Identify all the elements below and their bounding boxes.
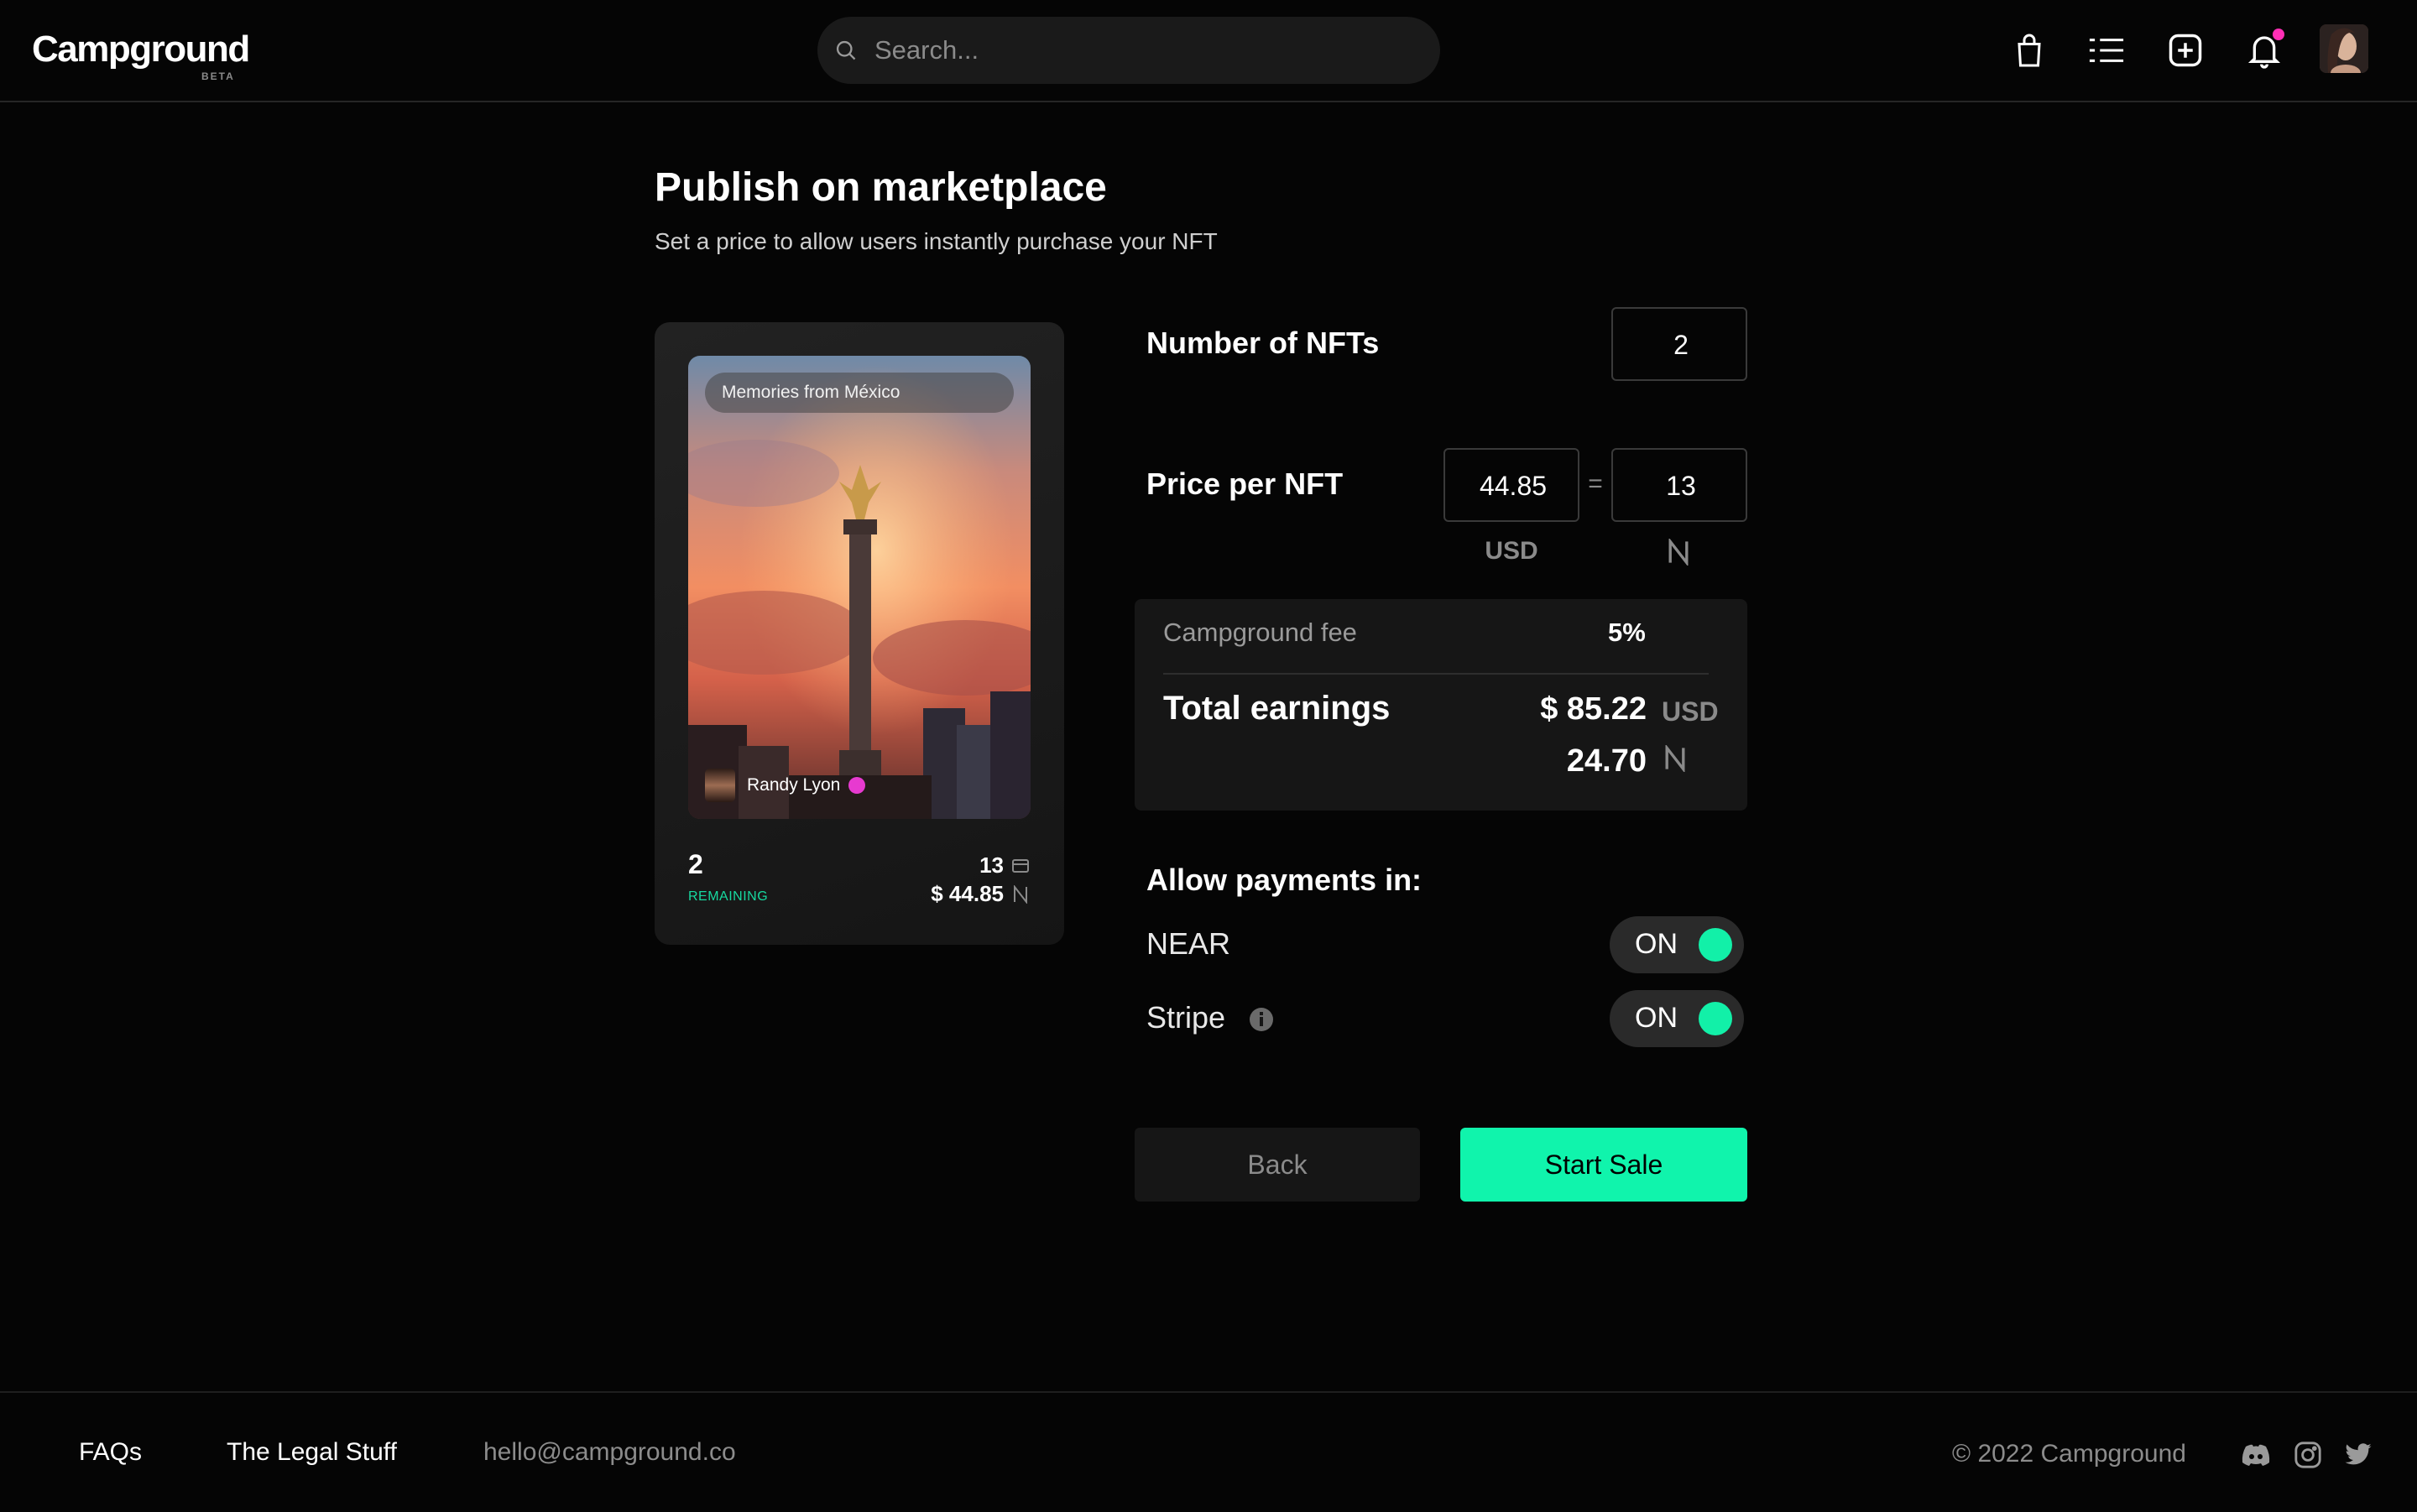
total-earnings-usd: $ 85.22	[1540, 691, 1647, 727]
toggle-state: ON	[1635, 928, 1678, 960]
footer: FAQs The Legal Stuff hello@campground.co…	[0, 1391, 2417, 1512]
add-icon[interactable]	[2160, 25, 2211, 76]
near-toggle[interactable]: ON	[1610, 916, 1744, 973]
editions-count: 13	[979, 852, 1004, 878]
nft-image: Memories from México Randy Lyon	[688, 356, 1031, 819]
divider	[1163, 673, 1709, 675]
notification-dot	[2273, 29, 2284, 40]
avatar[interactable]	[2320, 24, 2368, 73]
instagram-icon[interactable]	[2291, 1438, 2325, 1472]
toggle-state: ON	[1635, 1002, 1678, 1034]
fee-label: Campground fee	[1163, 618, 1357, 647]
logo[interactable]: Campground	[32, 29, 250, 70]
nft-preview-card[interactable]: Memories from México Randy Lyon 2 REMAIN…	[655, 322, 1064, 945]
page-title: Publish on marketplace	[655, 165, 1107, 210]
back-button[interactable]: Back	[1135, 1128, 1420, 1202]
nft-count-field[interactable]	[1611, 307, 1749, 381]
nft-count-label: Number of NFTs	[1146, 326, 1380, 360]
price-near-field[interactable]	[1611, 448, 1749, 522]
price-near-input[interactable]	[1613, 450, 1749, 522]
earnings-summary: Campground fee 5% Total earnings $ 85.22…	[1135, 599, 1747, 811]
usd-unit-label: USD	[1485, 537, 1538, 565]
stripe-payment-label: Stripe	[1146, 1000, 1226, 1035]
card-icon	[1010, 856, 1031, 876]
discord-icon[interactable]	[2239, 1438, 2273, 1472]
toggle-knob	[1699, 928, 1732, 962]
remaining-count: 2	[688, 849, 703, 879]
nft-author[interactable]: Randy Lyon	[705, 769, 866, 802]
start-sale-button[interactable]: Start Sale	[1460, 1128, 1747, 1202]
card-price: $ 44.85	[931, 881, 1004, 906]
price-usd-field[interactable]	[1443, 448, 1581, 522]
faqs-link[interactable]: FAQs	[79, 1438, 142, 1467]
email-link[interactable]: hello@campground.co	[483, 1438, 736, 1467]
stripe-toggle[interactable]: ON	[1610, 990, 1744, 1047]
total-earnings-near: 24.70	[1566, 743, 1647, 779]
list-icon[interactable]	[2081, 25, 2132, 76]
nft-collection-tag: Memories from México	[705, 373, 1014, 413]
info-icon[interactable]	[1249, 1007, 1274, 1032]
total-earnings-label: Total earnings	[1163, 690, 1391, 727]
total-usd-unit: USD	[1662, 696, 1719, 727]
payments-title: Allow payments in:	[1146, 863, 1423, 897]
verified-icon	[848, 777, 866, 794]
beta-badge: BETA	[201, 70, 235, 82]
equals-sign: =	[1588, 470, 1603, 498]
bell-icon[interactable]	[2239, 25, 2289, 76]
near-icon	[1010, 884, 1031, 905]
page-subtitle: Set a price to allow users instantly pur…	[655, 228, 1218, 254]
author-avatar	[705, 769, 735, 802]
price-usd-input[interactable]	[1445, 450, 1581, 522]
near-icon	[1663, 743, 1689, 775]
legal-link[interactable]: The Legal Stuff	[227, 1438, 397, 1467]
near-payment-label: NEAR	[1146, 926, 1231, 961]
search-bar[interactable]	[817, 17, 1440, 84]
nft-count-input[interactable]	[1613, 309, 1749, 381]
remaining-label: REMAINING	[688, 889, 769, 904]
bag-icon[interactable]	[2004, 25, 2054, 76]
price-label: Price per NFT	[1146, 467, 1344, 501]
top-bar: Campground BETA	[0, 0, 2417, 102]
search-icon	[836, 40, 856, 60]
near-unit-icon	[1667, 537, 1692, 567]
toggle-knob	[1699, 1002, 1732, 1035]
author-name: Randy Lyon	[747, 775, 841, 795]
search-input[interactable]	[873, 29, 1413, 72]
twitter-icon[interactable]	[2341, 1438, 2375, 1472]
copyright: © 2022 Campground	[1952, 1440, 2186, 1468]
fee-value: 5%	[1608, 618, 1646, 647]
